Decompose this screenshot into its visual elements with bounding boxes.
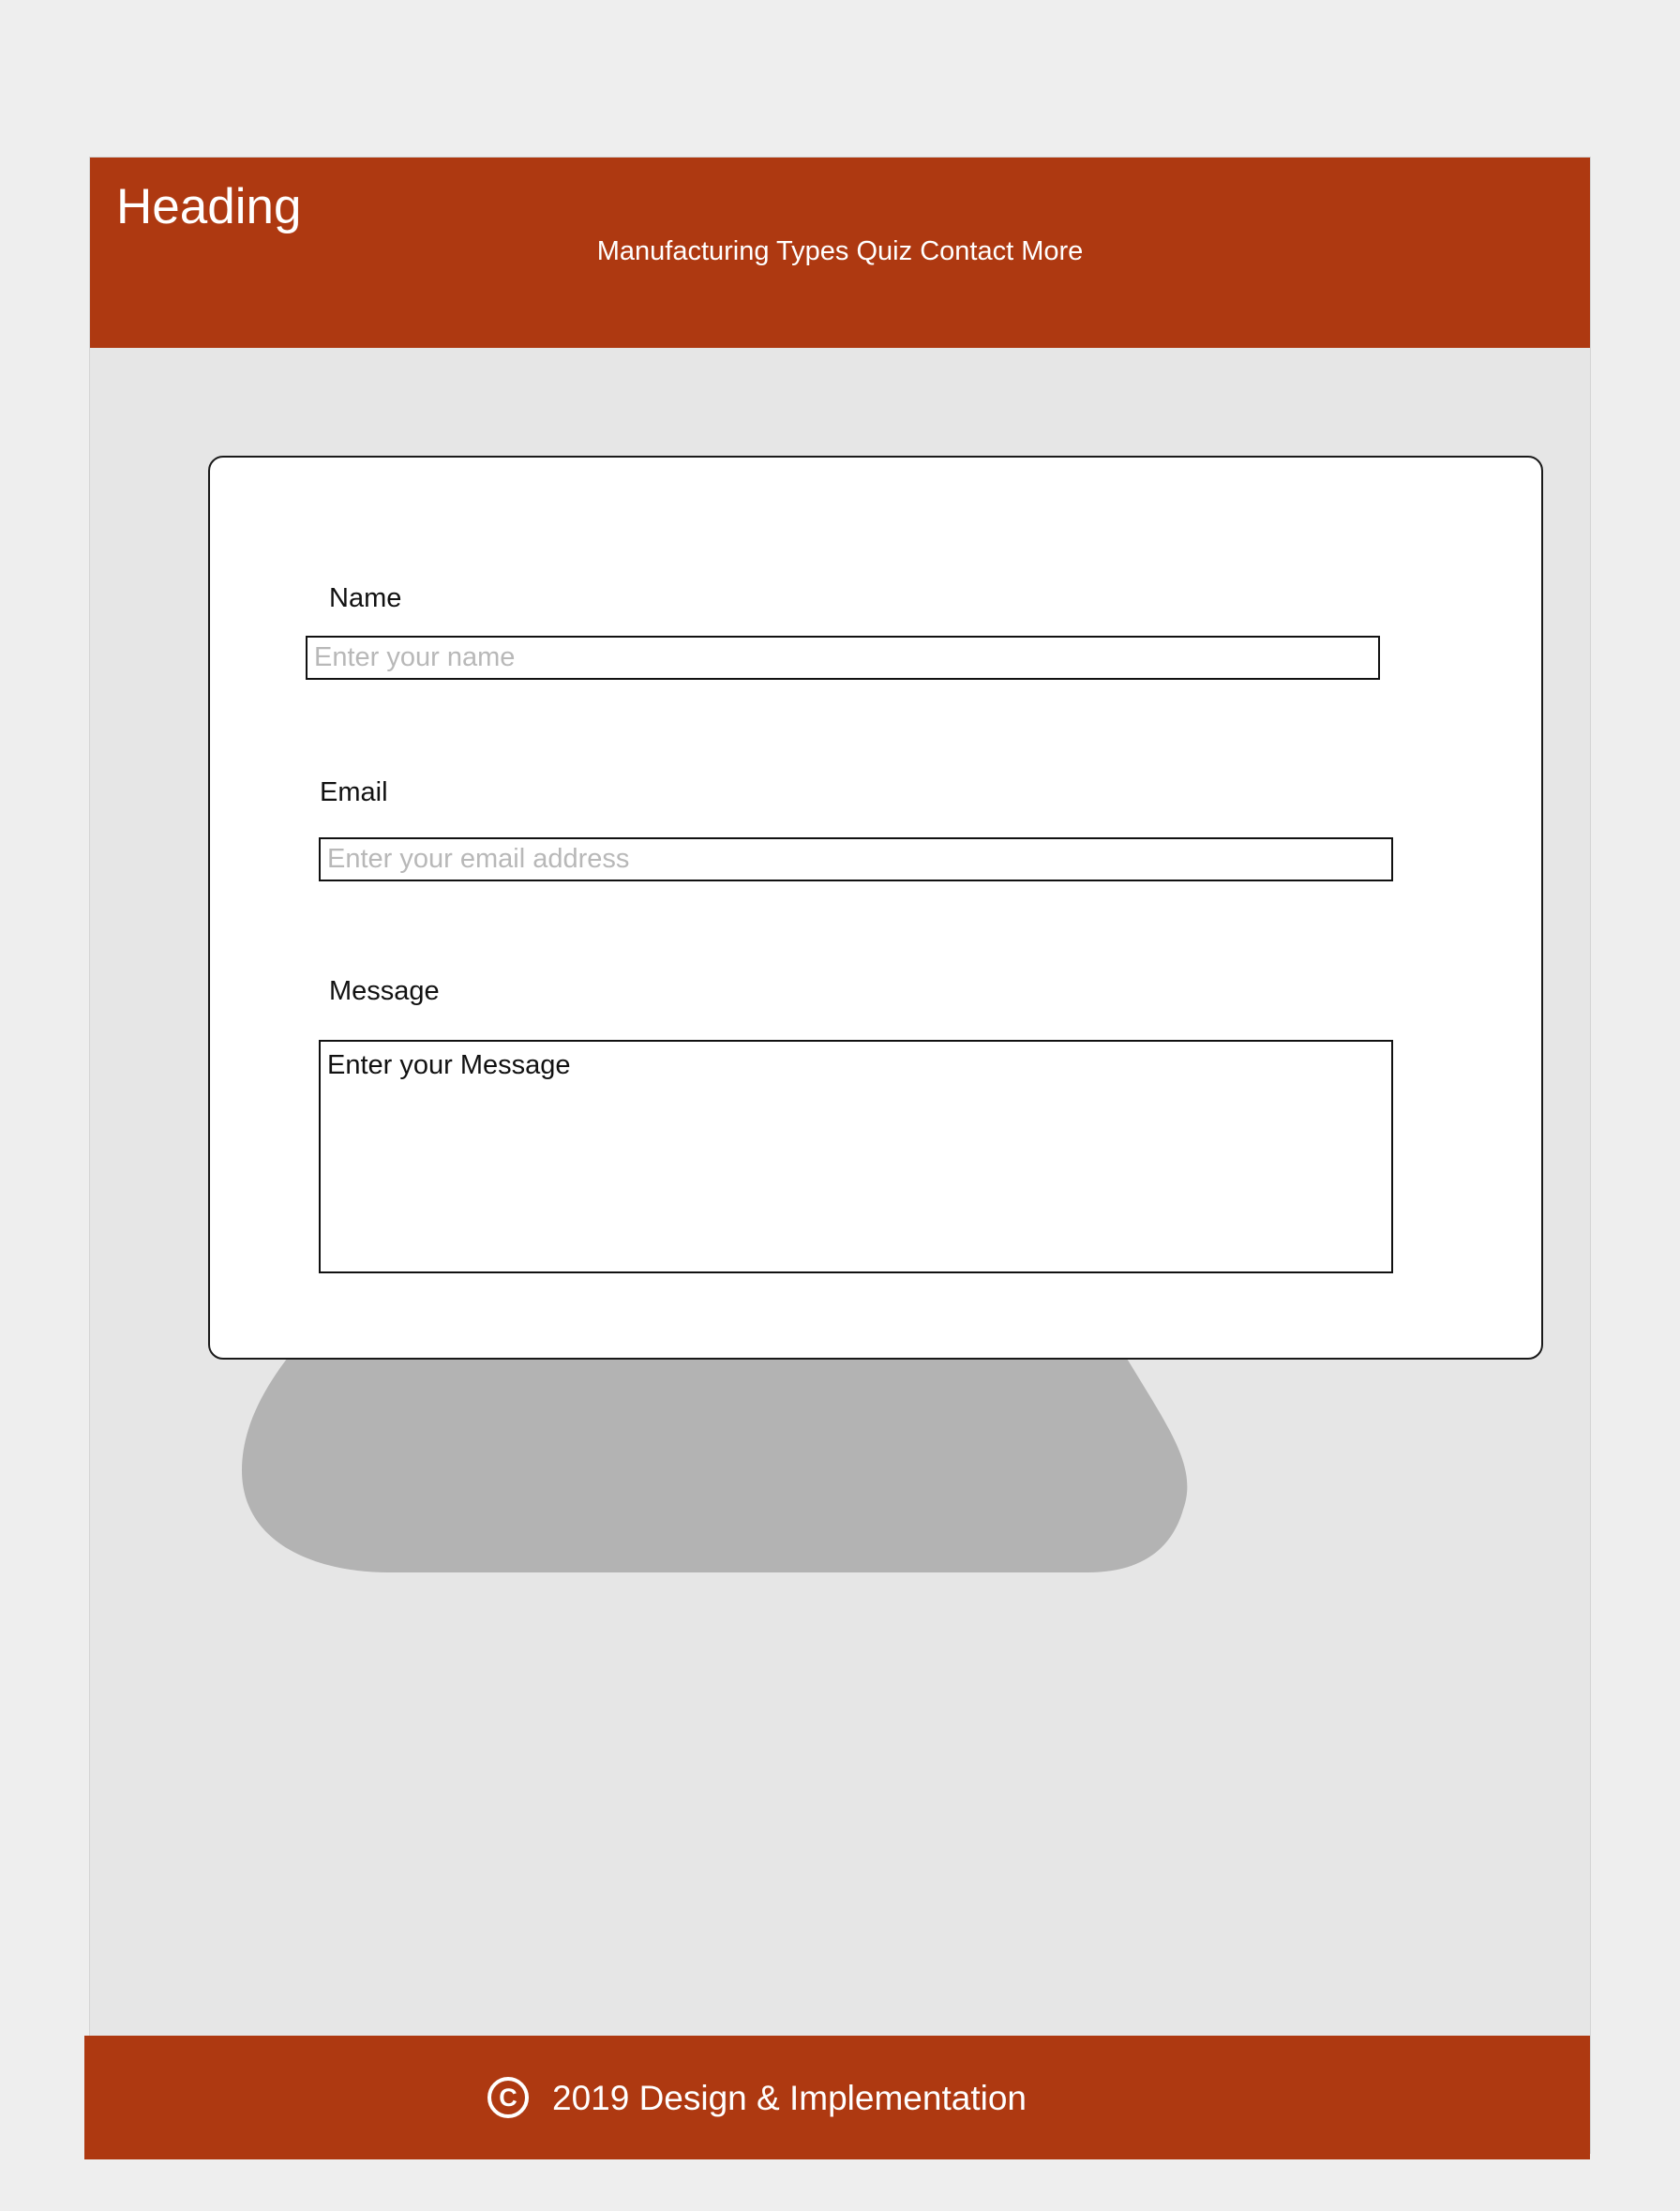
message-label: Message: [329, 976, 440, 1006]
nav-item-types[interactable]: Types: [776, 236, 848, 266]
main-nav: Manufacturing Types Quiz Contact More: [90, 238, 1590, 265]
site-footer: C 2019 Design & Implementation: [84, 2036, 1590, 2159]
email-label: Email: [320, 777, 388, 807]
message-textarea[interactable]: Enter your Message: [319, 1040, 1393, 1273]
nav-item-more[interactable]: More: [1021, 236, 1083, 266]
decorative-blob-shape: [242, 1331, 1188, 1572]
site-heading: Heading: [116, 179, 302, 234]
footer-content: C 2019 Design & Implementation: [488, 2036, 1027, 2159]
footer-text: 2019 Design & Implementation: [552, 2078, 1027, 2117]
name-input[interactable]: [306, 636, 1380, 680]
nav-item-manufacturing[interactable]: Manufacturing: [597, 236, 770, 266]
email-input[interactable]: [319, 837, 1393, 881]
copyright-icon: C: [488, 2077, 529, 2118]
site-header: Heading Manufacturing Types Quiz Contact…: [90, 158, 1590, 348]
nav-item-contact[interactable]: Contact: [920, 236, 1013, 266]
name-label: Name: [329, 583, 402, 613]
nav-item-quiz[interactable]: Quiz: [856, 236, 912, 266]
contact-form-card: Name Email Message Enter your Message: [208, 456, 1543, 1360]
